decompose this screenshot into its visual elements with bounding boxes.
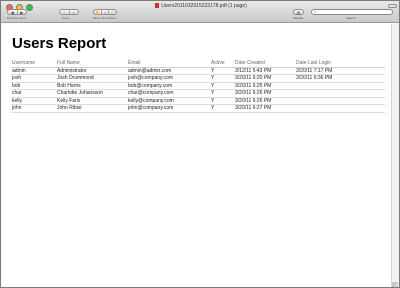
cell-active: Y [210,67,234,75]
toolbar: ◀ ▶ Previous Next − + Zoom ✋ I ⬚ Move Te… [1,9,399,21]
cell-username: bob [11,82,56,90]
search-input[interactable] [319,10,389,14]
cell-date-last-login: 3/20/11 6:36 PM [295,74,385,83]
table-row: john John Ribisi john@company.com Y 3/20… [11,104,385,113]
cell-full-name: Bob Harris [56,82,127,90]
sidebar-label: Sidebar [293,16,304,20]
cell-full-name: Josh Drummond [56,74,127,83]
title-bar[interactable]: Users2011032915223178.pdf (1 page) ◀ ▶ P… [1,1,399,23]
cell-email: john@company.com [127,104,210,113]
column-header-username: Username [11,59,56,68]
table-row: kelly Kelly Faris kelly@company.com Y 3/… [11,97,385,105]
vertical-scrollbar[interactable] [391,24,399,287]
previous-next-label: Previous Next [7,16,26,20]
column-header-email: Email [127,59,210,68]
search-field[interactable]: ⌕ [311,9,393,15]
cell-email: char@company.com [127,89,210,98]
cell-username: josh [11,74,56,83]
cell-active: Y [210,82,234,90]
cell-date-created: 3/20/11 6:26 PM [234,89,295,98]
next-page-button[interactable]: ▶ [18,10,27,15]
cell-date-last-login [295,89,385,98]
cell-full-name: John Ribisi [56,104,127,113]
cell-date-created: 3/20/11 6:26 PM [234,97,295,105]
pdf-document-icon [155,3,160,8]
table-row: bob Bob Harris bob@company.com Y 3/20/11… [11,82,385,90]
cell-email: kelly@company.com [127,97,210,105]
column-header-active: Active [210,59,234,68]
previous-next-control: ◀ ▶ [7,9,27,15]
cell-active: Y [210,97,234,105]
cell-active: Y [210,74,234,83]
cell-username: char [11,89,56,98]
cell-date-last-login: 3/20/11 7:17 PM [295,67,385,75]
tool-mode-control: ✋ I ⬚ [93,9,117,15]
previous-page-button[interactable]: ◀ [8,10,18,15]
toolbar-toggle-button[interactable] [388,4,397,8]
cell-full-name: Kelly Faris [56,97,127,105]
resize-grip-icon[interactable] [392,282,398,287]
column-header-date-last-login: Date Last Login [295,59,385,68]
document-page: Users Report Username Full Name Email Ac… [1,24,393,287]
cell-username: kelly [11,97,56,105]
search-label: Search [346,16,356,20]
users-table: Username Full Name Email Active Date Cre… [11,59,385,113]
cell-username: john [11,104,56,113]
cell-full-name: Charlotte Johansson [56,89,127,98]
table-row: admin Administrator admin@admin.com Y 3/… [11,67,385,75]
cell-email: admin@admin.com [127,67,210,75]
cell-active: Y [210,89,234,98]
table-header-row: Username Full Name Email Active Date Cre… [11,59,385,68]
cell-username: admin [11,67,56,75]
cell-date-created: 3/20/11 6:20 PM [234,74,295,83]
zoom-in-button[interactable]: + [70,10,79,15]
column-header-full-name: Full Name [56,59,127,68]
table-row: char Charlotte Johansson char@company.co… [11,89,385,98]
cell-active: Y [210,104,234,113]
select-tool-button[interactable]: ⬚ [109,10,116,15]
cell-date-last-login [295,104,385,113]
search-icon: ⌕ [314,9,317,14]
cell-date-created: 3/20/11 6:27 PM [234,104,295,113]
preview-window: Users2011032915223178.pdf (1 page) ◀ ▶ P… [0,0,400,288]
cell-email: bob@company.com [127,82,210,90]
cell-date-created: 3/20/11 6:25 PM [234,82,295,90]
report-title: Users Report [12,35,107,52]
move-tool-button[interactable]: ✋ [94,10,102,15]
table-row: josh Josh Drummond josh@company.com Y 3/… [11,74,385,83]
zoom-label: Zoom [62,16,70,20]
cell-email: josh@company.com [127,74,210,83]
text-tool-button[interactable]: I [102,10,110,15]
cell-date-last-login [295,82,385,90]
cell-date-created: 3/12/11 6:43 PM [234,67,295,75]
column-header-date-created: Date Created [234,59,295,68]
zoom-out-button[interactable]: − [60,10,70,15]
sidebar-button[interactable]: ▤ [293,9,304,15]
cell-full-name: Administrator [56,67,127,75]
cell-date-last-login [295,97,385,105]
tool-mode-label: Move Text Select [93,16,116,20]
zoom-control: − + [59,9,79,15]
